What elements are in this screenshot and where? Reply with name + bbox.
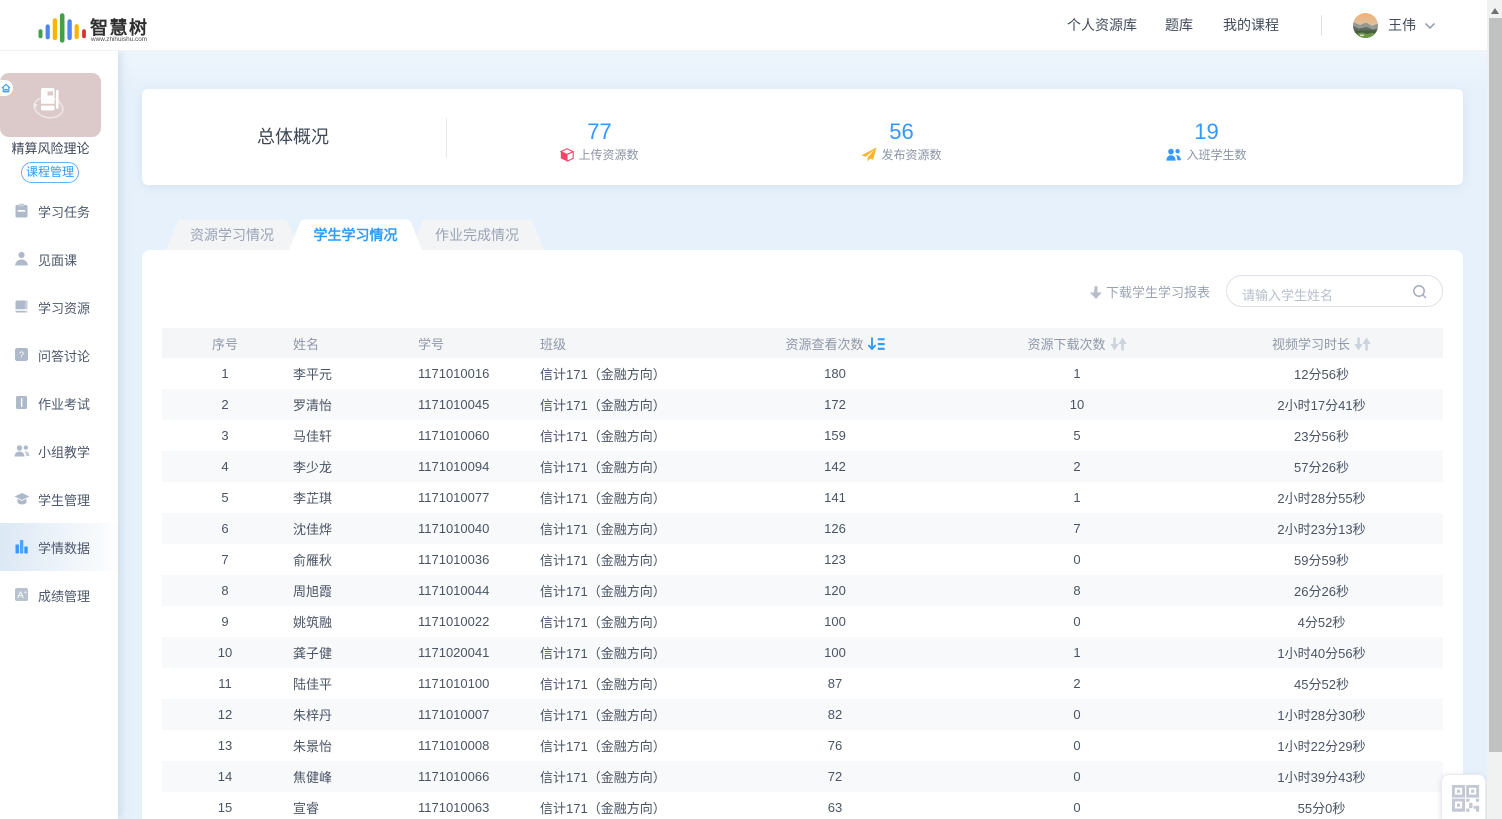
svg-text:+: + — [24, 590, 27, 596]
svg-text:?: ? — [19, 350, 24, 360]
